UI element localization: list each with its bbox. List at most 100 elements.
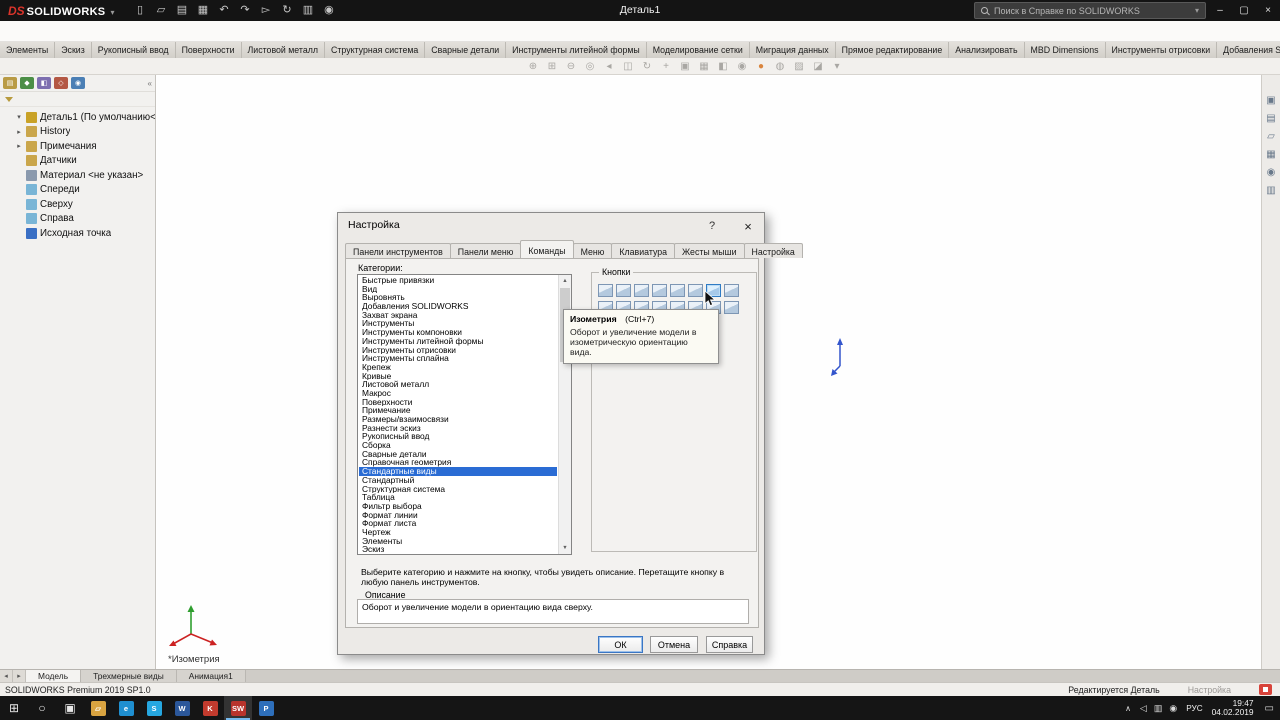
featuremanager-tab-icon[interactable]: ▤ xyxy=(3,77,17,89)
dialog-title-bar[interactable]: Настройка ? × xyxy=(338,213,764,239)
category-item[interactable]: Макрос xyxy=(359,389,557,398)
category-item[interactable]: Выровнять xyxy=(359,293,557,302)
menu-chevron-icon[interactable]: ▾ xyxy=(110,8,114,17)
category-item[interactable]: Таблица xyxy=(359,493,557,502)
category-item[interactable]: Чертеж xyxy=(359,528,557,537)
scrollbar-track[interactable] xyxy=(559,363,571,542)
tray-volume-icon[interactable]: ◁ xyxy=(1140,703,1147,714)
dialog-close-button[interactable]: × xyxy=(732,213,764,239)
displaymanager-tab-icon[interactable]: ◉ xyxy=(71,77,85,89)
tree-item[interactable]: ▾ Деталь1 (По умолчанию<<По умолч... xyxy=(0,110,155,125)
bottom-view-icon[interactable] xyxy=(688,284,703,297)
tree-item[interactable]: Справа xyxy=(0,212,155,227)
ribbon-tab[interactable]: Моделирование сетки xyxy=(647,42,750,58)
view-orientation-icon[interactable]: ▦ xyxy=(697,59,712,73)
maximize-button[interactable]: ▢ xyxy=(1232,0,1256,21)
blue-app-icon[interactable]: P xyxy=(252,696,280,720)
select-icon[interactable]: ▻ xyxy=(258,3,273,18)
file-explorer-pane-icon[interactable]: ▱ xyxy=(1267,131,1275,142)
edge-browser-icon[interactable]: e xyxy=(112,696,140,720)
configurationmanager-tab-icon[interactable]: ◧ xyxy=(37,77,51,89)
ribbon-tab[interactable]: Прямое редактирование xyxy=(836,42,950,58)
ribbon-tab[interactable]: MBD Dimensions xyxy=(1025,42,1106,58)
category-item[interactable]: Инструменты литейной формы xyxy=(359,337,557,346)
tray-shield-icon[interactable]: ◉ xyxy=(1169,703,1177,714)
options-gear-icon[interactable]: ◉ xyxy=(321,3,336,18)
category-item[interactable]: Фильтр выбора xyxy=(359,502,557,511)
display-style-icon[interactable]: ◧ xyxy=(716,59,731,73)
file-explorer-icon[interactable]: ▱ xyxy=(84,696,112,720)
category-item[interactable]: Разнести эскиз xyxy=(359,424,557,433)
category-item[interactable]: Кривые xyxy=(359,372,557,381)
category-item[interactable]: Захват экрана xyxy=(359,311,557,320)
tray-expand-icon[interactable]: ∧ xyxy=(1125,704,1131,713)
view-dropdown-icon[interactable]: ▾ xyxy=(830,59,845,73)
cancel-button[interactable]: Отмена xyxy=(650,636,698,653)
help-search-box[interactable]: Поиск в Справке по SOLIDWORKS ▾ xyxy=(974,2,1206,19)
category-item[interactable]: Размеры/взаимосвязи xyxy=(359,415,557,424)
scroll-up-icon[interactable]: ▲ xyxy=(559,275,571,287)
dialog-tab[interactable]: Настройка xyxy=(744,243,803,258)
previous-view-icon[interactable]: ◂ xyxy=(602,59,617,73)
dialog-tab[interactable]: Жесты мыши xyxy=(674,243,744,258)
edit-appearance-icon[interactable]: ● xyxy=(754,59,769,73)
view-palette-icon[interactable]: ▦ xyxy=(1266,149,1275,160)
ribbon-tab[interactable]: Инструменты отрисовки xyxy=(1106,42,1218,58)
dialog-tab[interactable]: Меню xyxy=(573,243,613,258)
ribbon-tab[interactable]: Рукописный ввод xyxy=(92,42,176,58)
open-document-icon[interactable]: ▱ xyxy=(153,3,168,18)
zoom-to-area-icon[interactable]: ⊞ xyxy=(545,59,560,73)
propertymanager-tab-icon[interactable]: ◆ xyxy=(20,77,34,89)
tab-scroll-right-icon[interactable]: ▸ xyxy=(13,670,26,682)
tree-item[interactable]: Исходная точка xyxy=(0,226,155,241)
appearances-icon[interactable]: ◉ xyxy=(1267,167,1276,178)
tree-item[interactable]: ▸ Примечания xyxy=(0,139,155,154)
category-item[interactable]: Стандартный xyxy=(359,476,557,485)
undo-icon[interactable]: ↶ xyxy=(216,3,231,18)
dialog-tab[interactable]: Панели инструментов xyxy=(345,243,451,258)
custom-properties-icon[interactable]: ▥ xyxy=(1266,185,1275,196)
category-item[interactable]: Инструменты сплайна xyxy=(359,354,557,363)
print-icon[interactable]: ▦ xyxy=(195,3,210,18)
search-dropdown-icon[interactable]: ▾ xyxy=(1195,6,1199,15)
ribbon-tab[interactable]: Эскиз xyxy=(55,42,92,58)
category-item[interactable]: Инструменты отрисовки xyxy=(359,346,557,355)
ribbon-tab[interactable]: Миграция данных xyxy=(750,42,836,58)
view-settings-icon[interactable]: ▨ xyxy=(792,59,807,73)
close-button[interactable]: × xyxy=(1256,0,1280,21)
help-button[interactable]: Справка xyxy=(706,636,753,653)
category-item[interactable]: Инструменты xyxy=(359,319,557,328)
taskbar-clock[interactable]: 19:47 04.02.2019 xyxy=(1212,699,1254,718)
apply-scene-icon[interactable]: ◍ xyxy=(773,59,788,73)
expand-arrow-icon[interactable]: ▾ xyxy=(15,113,23,121)
category-item[interactable]: Добавления SOLIDWORKS xyxy=(359,302,557,311)
redo-icon[interactable]: ↷ xyxy=(237,3,252,18)
rotate-view-icon[interactable]: ↻ xyxy=(640,59,655,73)
ok-button[interactable]: ОК xyxy=(598,636,643,653)
word-icon[interactable]: W xyxy=(168,696,196,720)
start-button[interactable]: ⊞ xyxy=(0,696,28,720)
expand-arrow-icon[interactable]: ▸ xyxy=(15,128,23,136)
skype-icon[interactable]: S xyxy=(140,696,168,720)
tree-item[interactable]: Материал <не указан> xyxy=(0,168,155,183)
zoom-to-fit-icon[interactable]: ⊕ xyxy=(526,59,541,73)
rebuild-icon[interactable]: ↻ xyxy=(279,3,294,18)
trimetric-view-icon[interactable] xyxy=(724,284,739,297)
design-library-icon[interactable]: ▤ xyxy=(1266,113,1275,124)
tree-item[interactable]: Сверху xyxy=(0,197,155,212)
category-item[interactable]: Справочная геометрия xyxy=(359,458,557,467)
ribbon-tab[interactable]: Анализировать xyxy=(949,42,1024,58)
dialog-help-button[interactable]: ? xyxy=(698,213,726,239)
category-item[interactable]: Быстрые привязки xyxy=(359,276,557,285)
tree-filter[interactable] xyxy=(0,92,155,107)
document-tab[interactable]: Трехмерные виды xyxy=(81,670,177,682)
ribbon-tab[interactable]: Структурная система xyxy=(325,42,425,58)
right-view-icon[interactable] xyxy=(652,284,667,297)
category-item[interactable]: Крепеж xyxy=(359,363,557,372)
expand-arrow-icon[interactable]: ▸ xyxy=(15,142,23,150)
scroll-down-icon[interactable]: ▼ xyxy=(559,542,571,554)
new-document-icon[interactable]: ▯ xyxy=(132,3,147,18)
tree-item[interactable]: Спереди xyxy=(0,183,155,198)
category-item[interactable]: Примечание xyxy=(359,406,557,415)
category-item[interactable]: Инструменты компоновки xyxy=(359,328,557,337)
